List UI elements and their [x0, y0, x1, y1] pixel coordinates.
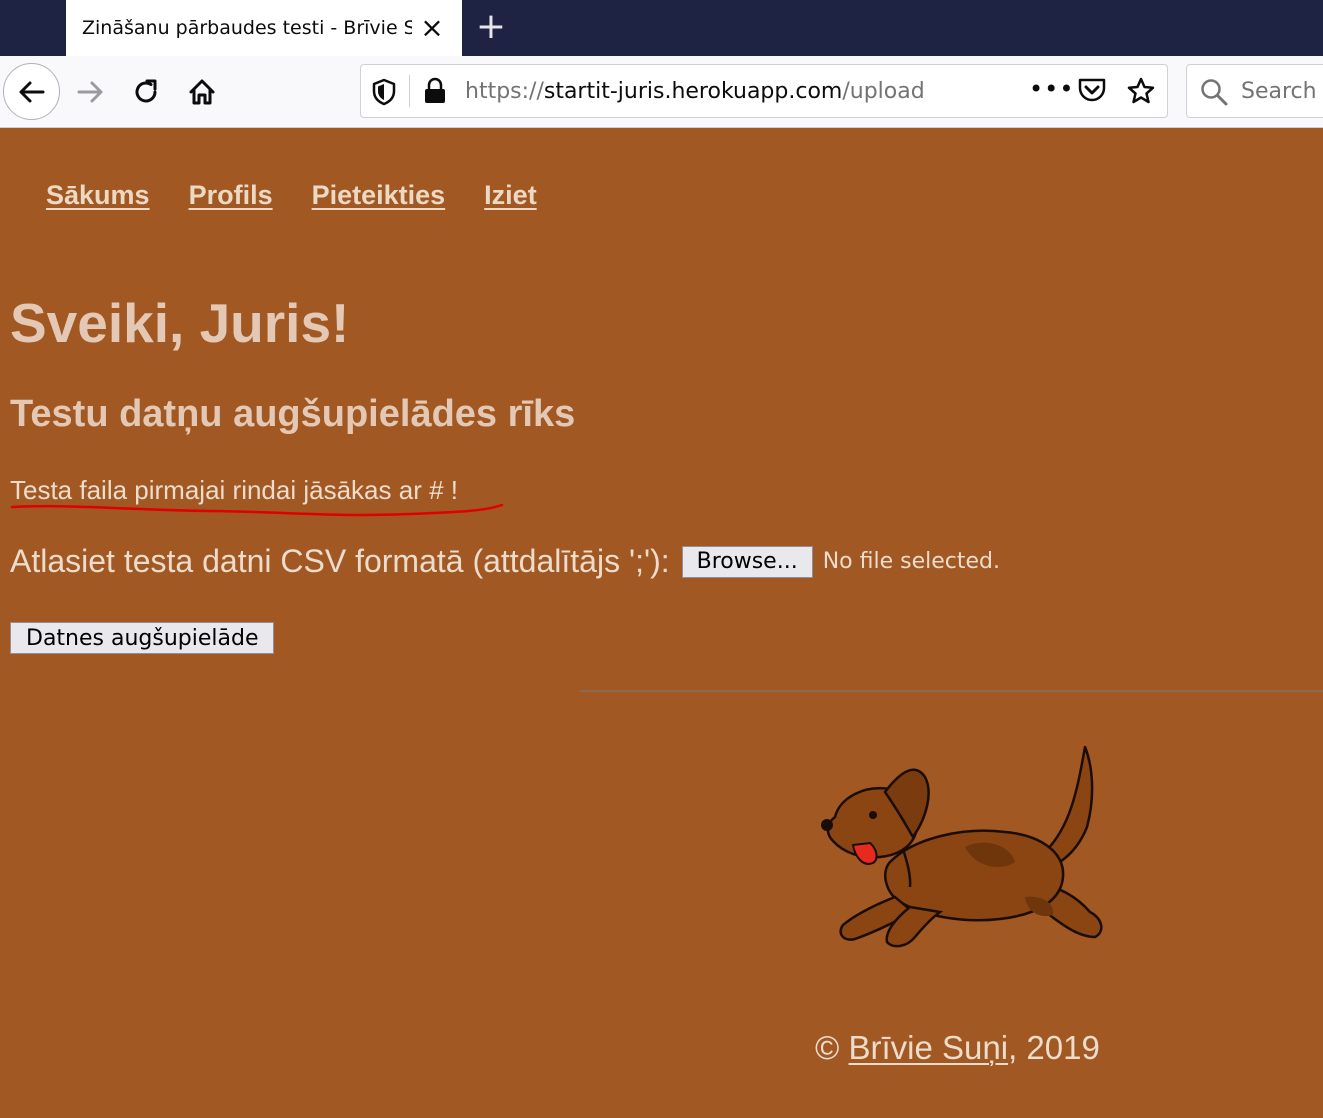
pocket-icon[interactable] [1077, 76, 1107, 104]
more-actions-icon[interactable]: ••• [1029, 75, 1074, 103]
main-menu: Sākums Profils Pieteikties Iziet [46, 180, 537, 211]
tab-bar: Zināšanu pārbaudes testi - Brīvie Suņi ×… [0, 0, 1323, 56]
page-content: Sākums Profils Pieteikties Iziet Sveiki,… [0, 129, 1323, 1118]
url-bar[interactable]: https://startit-juris.herokuapp.com/uplo… [360, 64, 1168, 118]
navigation-toolbar: https://startit-juris.herokuapp.com/uplo… [0, 56, 1323, 128]
star-icon[interactable] [1126, 76, 1156, 106]
file-select-row: Atlasiet testa datni CSV formatā (attdal… [10, 543, 1000, 580]
url-host: startit-juris.herokuapp.com [543, 79, 843, 104]
browse-button[interactable]: Browse... [681, 545, 813, 578]
new-tab-button[interactable]: + [474, 9, 508, 45]
forward-button[interactable] [62, 64, 118, 120]
nav-link-sakums[interactable]: Sākums [46, 180, 150, 211]
footer: © Brīvie Suņi, 2019 [815, 1029, 1100, 1067]
file-status: No file selected. [822, 549, 1000, 574]
back-button[interactable] [3, 63, 60, 120]
search-input[interactable]: Search [1241, 79, 1317, 104]
active-tab[interactable]: Zināšanu pārbaudes testi - Brīvie Suņi × [66, 0, 462, 56]
divider [580, 690, 1323, 692]
home-button[interactable] [174, 64, 230, 120]
url-separator [409, 75, 410, 107]
greeting-heading: Sveiki, Juris! [10, 292, 350, 354]
search-bar[interactable]: Search [1186, 64, 1323, 118]
url-prefix: https:// [465, 79, 544, 104]
close-icon[interactable]: × [420, 14, 444, 42]
home-icon [189, 79, 215, 105]
copyright-symbol: © [815, 1029, 840, 1066]
arrow-left-icon [19, 81, 44, 102]
lock-icon[interactable] [423, 77, 447, 105]
red-underline-annotation [10, 503, 504, 517]
upload-button[interactable]: Datnes augšupielāde [10, 622, 275, 654]
url-text[interactable]: https://startit-juris.herokuapp.com/uplo… [465, 79, 925, 104]
running-dog-logo [821, 745, 1103, 948]
arrow-right-icon [77, 81, 103, 103]
shield-icon[interactable] [371, 78, 397, 106]
footer-link[interactable]: Brīvie Suņi [849, 1029, 1009, 1066]
search-icon [1201, 79, 1228, 106]
reload-button[interactable] [118, 64, 174, 120]
nav-link-iziet[interactable]: Iziet [484, 180, 537, 211]
nav-link-pieteikties[interactable]: Pieteikties [312, 180, 446, 211]
nav-link-profils[interactable]: Profils [189, 180, 273, 211]
tool-title: Testu datņu augšupielādes rīks [10, 393, 576, 435]
tab-title: Zināšanu pārbaudes testi - Brīvie Suņi [82, 17, 412, 39]
footer-year: , 2019 [1008, 1029, 1100, 1066]
url-path: /upload [842, 79, 925, 104]
file-select-label: Atlasiet testa datni CSV formatā (attdal… [10, 543, 670, 579]
reload-icon [135, 79, 157, 103]
